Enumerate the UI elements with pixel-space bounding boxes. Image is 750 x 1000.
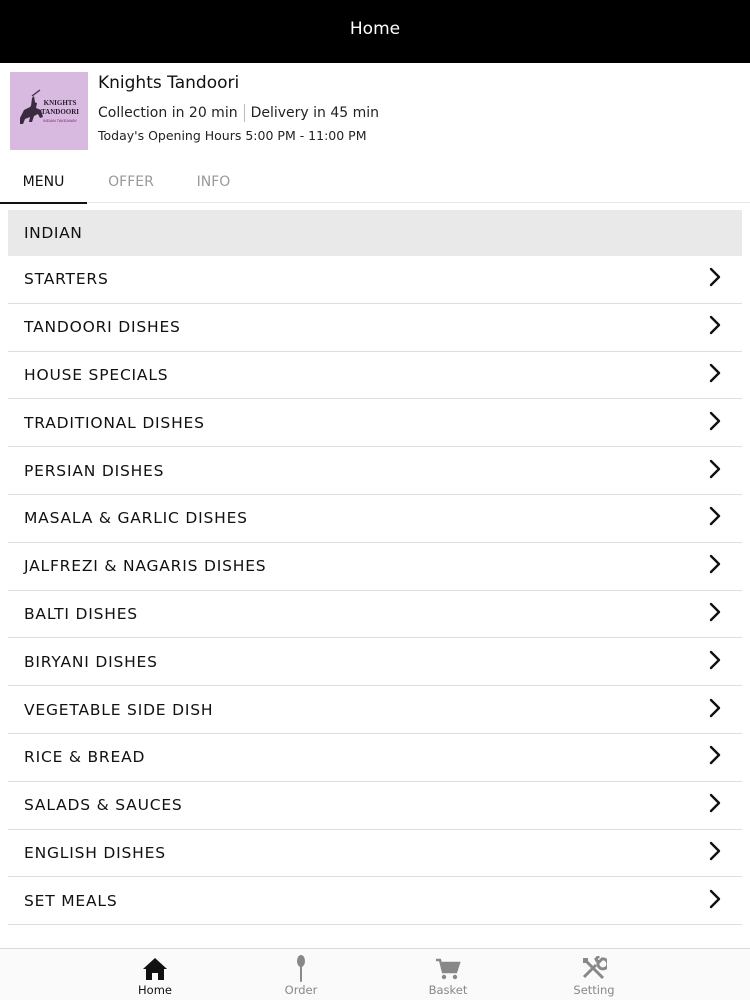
nav-setting-label: Setting	[573, 983, 615, 997]
menu-category-label: BALTI DISHES	[24, 604, 138, 623]
menu-category-row[interactable]: SET MEALS	[8, 877, 742, 926]
tab-offer[interactable]: OFFER	[92, 160, 170, 203]
service-times: Collection in 20 min Delivery in 45 min	[98, 104, 379, 122]
menu-list: INDIAN STARTERS TANDOORI DISHES HOUSE SPEC…	[8, 210, 742, 926]
page-title: Home	[349, 18, 401, 39]
chevron-right-icon	[708, 698, 722, 722]
chevron-right-icon	[708, 315, 722, 339]
chevron-right-icon	[708, 411, 722, 435]
menu-category-row[interactable]: RICE & BREAD	[8, 734, 742, 782]
home-icon	[142, 955, 168, 983]
section-header: INDIAN	[8, 210, 742, 256]
nav-basket[interactable]: Basket	[398, 949, 498, 1000]
nav-home[interactable]: Home	[105, 949, 205, 1000]
menu-category-label: HOUSE SPECIALS	[24, 365, 169, 384]
top-bar: Home	[0, 0, 750, 63]
chevron-right-icon	[708, 363, 722, 387]
menu-category-label: ENGLISH DISHES	[24, 843, 166, 862]
bottom-nav: Home Order Basket Setting	[0, 948, 750, 1000]
collection-time: Collection in 20 min	[98, 105, 238, 121]
menu-category-label: TANDOORI DISHES	[24, 318, 181, 337]
menu-category-row[interactable]: STARTERS	[8, 256, 742, 304]
menu-category-row[interactable]: TRADITIONAL DISHES	[8, 399, 742, 448]
spoon-icon	[295, 955, 307, 983]
chevron-right-icon	[708, 889, 722, 913]
nav-setting[interactable]: Setting	[544, 949, 644, 1000]
cart-icon	[435, 955, 461, 983]
chevron-right-icon	[708, 841, 722, 865]
restaurant-name: Knights Tandoori	[98, 73, 240, 93]
menu-category-row[interactable]: ENGLISH DISHES	[8, 830, 742, 878]
menu-category-row[interactable]: BALTI DISHES	[8, 591, 742, 639]
menu-category-label: BIRYANI DISHES	[24, 652, 158, 671]
chevron-right-icon	[708, 554, 722, 578]
tab-info[interactable]: INFO	[176, 160, 251, 203]
menu-category-label: PERSIAN DISHES	[24, 461, 165, 480]
menu-category-label: SET MEALS	[24, 891, 118, 910]
menu-category-row[interactable]: JALFREZI & NAGARIS DISHES	[8, 543, 742, 591]
divider	[243, 104, 245, 122]
tab-bar: MENU OFFER INFO	[0, 160, 750, 204]
knight-logo-icon: KNIGHTS TANDOORI INDIAN TAKEAWAY	[10, 72, 88, 150]
menu-category-label: SALADS & SAUCES	[24, 796, 183, 815]
menu-category-row[interactable]: HOUSE SPECIALS	[8, 352, 742, 400]
nav-basket-label: Basket	[428, 983, 468, 997]
menu-category-row[interactable]: TANDOORI DISHES	[8, 304, 742, 352]
nav-order[interactable]: Order	[251, 949, 351, 1000]
menu-category-label: RICE & BREAD	[24, 748, 146, 767]
menu-category-label: JALFREZI & NAGARIS DISHES	[24, 557, 267, 576]
menu-category-label: TRADITIONAL DISHES	[24, 413, 205, 432]
logo-text-1: KNIGHTS	[44, 99, 77, 107]
chevron-right-icon	[708, 267, 722, 291]
chevron-right-icon	[708, 459, 722, 483]
menu-category-row[interactable]: PERSIAN DISHES	[8, 447, 742, 495]
chevron-right-icon	[708, 650, 722, 674]
menu-category-label: VEGETABLE SIDE DISH	[24, 700, 214, 719]
logo-text-3: INDIAN TAKEAWAY	[43, 119, 78, 123]
logo-text-2: TANDOORI	[41, 108, 79, 116]
nav-order-label: Order	[284, 983, 318, 997]
chevron-right-icon	[708, 745, 722, 769]
menu-category-row[interactable]: SALADS & SAUCES	[8, 782, 742, 830]
chevron-right-icon	[708, 506, 722, 530]
chevron-right-icon	[708, 793, 722, 817]
menu-category-row[interactable]: VEGETABLE SIDE DISH	[8, 686, 742, 734]
menu-category-row[interactable]: BIRYANI DISHES	[8, 638, 742, 687]
menu-category-label: MASALA & GARLIC DISHES	[24, 509, 248, 528]
tools-icon	[581, 955, 607, 983]
delivery-time: Delivery in 45 min	[250, 105, 380, 121]
restaurant-header: KNIGHTS TANDOORI INDIAN TAKEAWAY Knights…	[0, 63, 750, 160]
chevron-right-icon	[708, 602, 722, 626]
restaurant-logo: KNIGHTS TANDOORI INDIAN TAKEAWAY	[10, 72, 88, 150]
menu-category-label: STARTERS	[24, 270, 109, 289]
nav-home-label: Home	[138, 983, 172, 997]
tab-menu[interactable]: MENU	[0, 160, 87, 204]
opening-hours: Today's Opening Hours 5:00 PM - 11:00 PM	[98, 128, 367, 143]
menu-category-row[interactable]: MASALA & GARLIC DISHES	[8, 495, 742, 543]
